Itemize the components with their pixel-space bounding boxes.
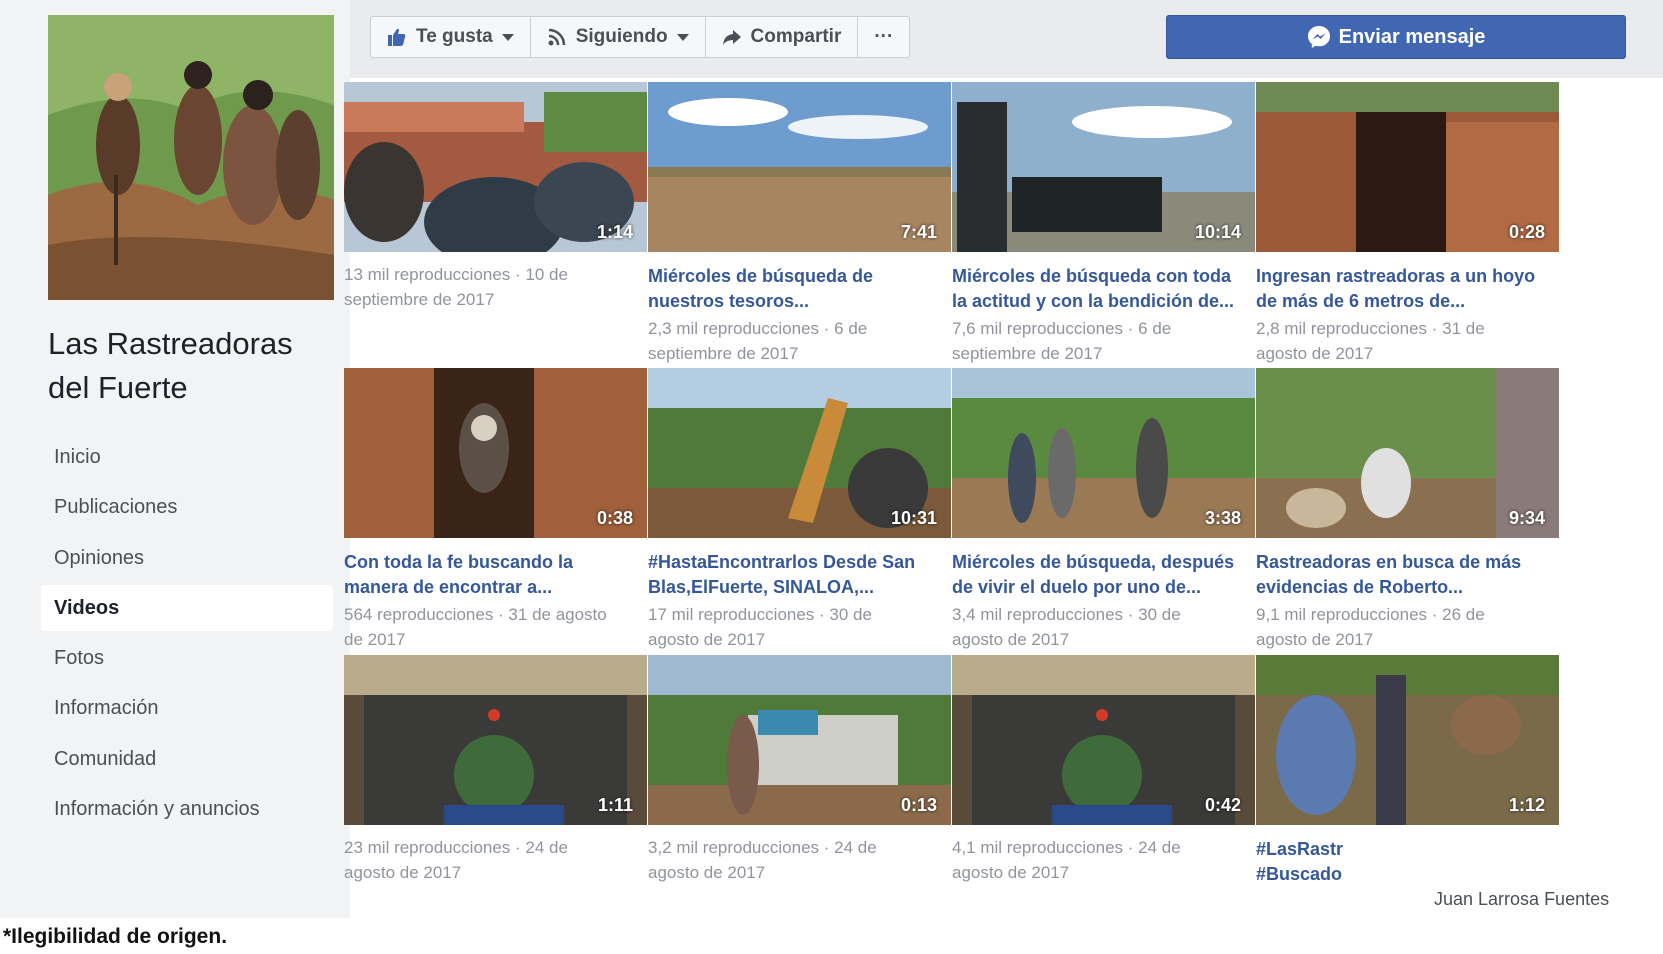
video-thumbnail[interactable]: 1:11 (344, 655, 647, 825)
video-thumbnail[interactable]: 3:38 (952, 368, 1255, 538)
video-duration: 9:34 (1508, 508, 1545, 528)
video-card[interactable]: 1:14 13 mil reproducciones · 10 de septie… (344, 82, 647, 312)
video-thumbnail[interactable]: 10:31 (648, 368, 951, 538)
video-thumbnail[interactable]: 0:42 (952, 655, 1255, 825)
video-card[interactable]: 0:42 4,1 mil reproducciones · 24 de agost… (952, 655, 1255, 885)
video-card[interactable]: 7:41 Miércoles de búsqueda de nuestros te… (648, 82, 951, 366)
video-card[interactable]: 10:31 #HastaEncontrarlos Desde San Blas,E… (648, 368, 951, 652)
video-card[interactable]: 0:13 3,2 mil reproducciones · 24 de agost… (648, 655, 951, 885)
video-thumbnail[interactable]: 0:13 (648, 655, 951, 825)
video-title[interactable]: Ingresan rastreadoras a un hoyo de más d… (1256, 264, 1559, 314)
group-digging-photo-icon (48, 15, 334, 300)
following-button[interactable]: Siguiendo (531, 17, 706, 57)
video-title[interactable]: Miércoles de búsqueda de nuestros tesoro… (648, 264, 951, 314)
video-thumbnail[interactable]: 10:14 (952, 82, 1255, 252)
video-duration: 0:38 (596, 508, 633, 528)
page-action-bar: Te gusta Siguiendo Compartir ··· Enviar … (350, 0, 1663, 78)
video-title[interactable]: Rastreadoras en busca de más evidencias … (1256, 550, 1559, 600)
video-card[interactable]: 0:38 Con toda la fe buscando la manera de… (344, 368, 647, 652)
nav-item-opiniones[interactable]: Opiniones (41, 535, 333, 581)
video-title[interactable]: Miércoles de búsqueda con toda la actitu… (952, 264, 1255, 314)
watermark-attribution: Juan Larrosa Fuentes (1430, 887, 1614, 912)
facebook-page-screenshot: Las Rastreadoras del Fuerte Inicio Publi… (0, 0, 1663, 918)
video-duration: 0:28 (1508, 222, 1545, 242)
chevron-down-icon (676, 33, 689, 41)
nav-item-fotos[interactable]: Fotos (41, 635, 333, 681)
video-meta: 2,3 mil reproducciones · 6 de septiembre… (648, 319, 868, 363)
video-duration: 3:38 (1204, 508, 1241, 528)
video-card[interactable]: 0:28 Ingresan rastreadoras a un hoyo de m… (1256, 82, 1559, 366)
video-duration: 10:14 (1194, 222, 1241, 242)
video-meta: 17 mil reproducciones · 30 de agosto de … (648, 605, 872, 649)
video-thumbnail[interactable]: 1:14 (344, 82, 647, 252)
video-thumbnail[interactable]: 9:34 (1256, 368, 1559, 538)
video-title[interactable]: #HastaEncontrarlos Desde San Blas,ElFuer… (648, 550, 951, 600)
videos-grid: 1:14 13 mil reproducciones · 10 de septie… (344, 78, 1663, 918)
video-duration: 1:12 (1508, 795, 1545, 815)
send-message-button[interactable]: Enviar mensaje (1166, 15, 1626, 59)
video-title[interactable]: #LasRastr #Buscado (1256, 837, 1559, 887)
page-sidebar: Las Rastreadoras del Fuerte Inicio Publi… (0, 0, 350, 918)
video-card[interactable]: 3:38 Miércoles de búsqueda, después de vi… (952, 368, 1255, 652)
page-actions-group: Te gusta Siguiendo Compartir ··· (370, 16, 911, 58)
video-duration: 10:31 (890, 508, 937, 528)
video-title[interactable]: Miércoles de búsqueda, después de vivir … (952, 550, 1255, 600)
video-title[interactable]: Con toda la fe buscando la manera de enc… (344, 550, 647, 600)
nav-item-comunidad[interactable]: Comunidad (41, 736, 333, 782)
video-duration: 7:41 (900, 222, 937, 242)
following-button-label: Siguiendo (575, 26, 668, 47)
video-meta: 3,4 mil reproducciones · 30 de agosto de… (952, 605, 1181, 649)
page-title[interactable]: Las Rastreadoras del Fuerte (48, 322, 338, 410)
video-meta: 9,1 mil reproducciones · 26 de agosto de… (1256, 605, 1485, 649)
video-duration: 1:11 (597, 795, 633, 815)
video-card[interactable]: 10:14 Miércoles de búsqueda con toda la a… (952, 82, 1255, 366)
more-dots-icon: ··· (874, 26, 894, 47)
video-meta: 2,8 mil reproducciones · 31 de agosto de… (1256, 319, 1485, 363)
video-thumbnail[interactable]: 1:12 (1256, 655, 1559, 825)
more-options-button[interactable]: ··· (858, 17, 909, 57)
thumbs-up-icon (387, 27, 407, 47)
page-nav: Inicio Publicaciones Opiniones Videos Fo… (41, 434, 333, 836)
video-card[interactable]: 9:34 Rastreadoras en busca de más evidenc… (1256, 368, 1559, 652)
nav-item-inicio[interactable]: Inicio (41, 434, 333, 480)
video-meta: 13 mil reproducciones · 10 de septiembre… (344, 265, 568, 309)
video-thumbnail[interactable]: 0:38 (344, 368, 647, 538)
send-message-label: Enviar mensaje (1338, 25, 1486, 48)
chevron-down-icon (501, 33, 514, 41)
share-button[interactable]: Compartir (706, 17, 859, 57)
nav-item-informacion[interactable]: Información (41, 685, 333, 731)
video-meta: 4,1 mil reproducciones · 24 de agosto de… (952, 838, 1181, 882)
like-button[interactable]: Te gusta (371, 17, 531, 57)
share-button-label: Compartir (750, 26, 842, 47)
video-thumbnail[interactable]: 0:28 (1256, 82, 1559, 252)
nav-item-publicaciones[interactable]: Publicaciones (41, 484, 333, 530)
video-duration: 0:42 (1204, 795, 1241, 815)
video-card[interactable]: 1:12 #LasRastr #Buscado (1256, 655, 1559, 887)
video-duration: 1:14 (596, 222, 633, 242)
video-meta: 23 mil reproducciones · 24 de agosto de … (344, 838, 568, 882)
video-card[interactable]: 1:11 23 mil reproducciones · 24 de agosto… (344, 655, 647, 885)
rss-feed-icon (547, 27, 567, 47)
video-thumbnail[interactable]: 7:41 (648, 82, 951, 252)
nav-item-informacion-y-anuncios[interactable]: Información y anuncios (41, 786, 333, 832)
video-meta: 7,6 mil reproducciones · 6 de septiembre… (952, 319, 1172, 363)
messenger-icon (1307, 25, 1331, 49)
figure-caption: *Ilegibilidad de origen. (3, 925, 228, 948)
like-button-label: Te gusta (416, 26, 493, 47)
video-meta: 564 reproducciones · 31 de agosto de 201… (344, 605, 607, 649)
video-meta: 3,2 mil reproducciones · 24 de agosto de… (648, 838, 877, 882)
video-duration: 0:13 (900, 795, 937, 815)
share-arrow-icon (722, 27, 742, 47)
profile-photo[interactable] (48, 15, 334, 300)
nav-item-videos[interactable]: Videos (41, 584, 333, 631)
